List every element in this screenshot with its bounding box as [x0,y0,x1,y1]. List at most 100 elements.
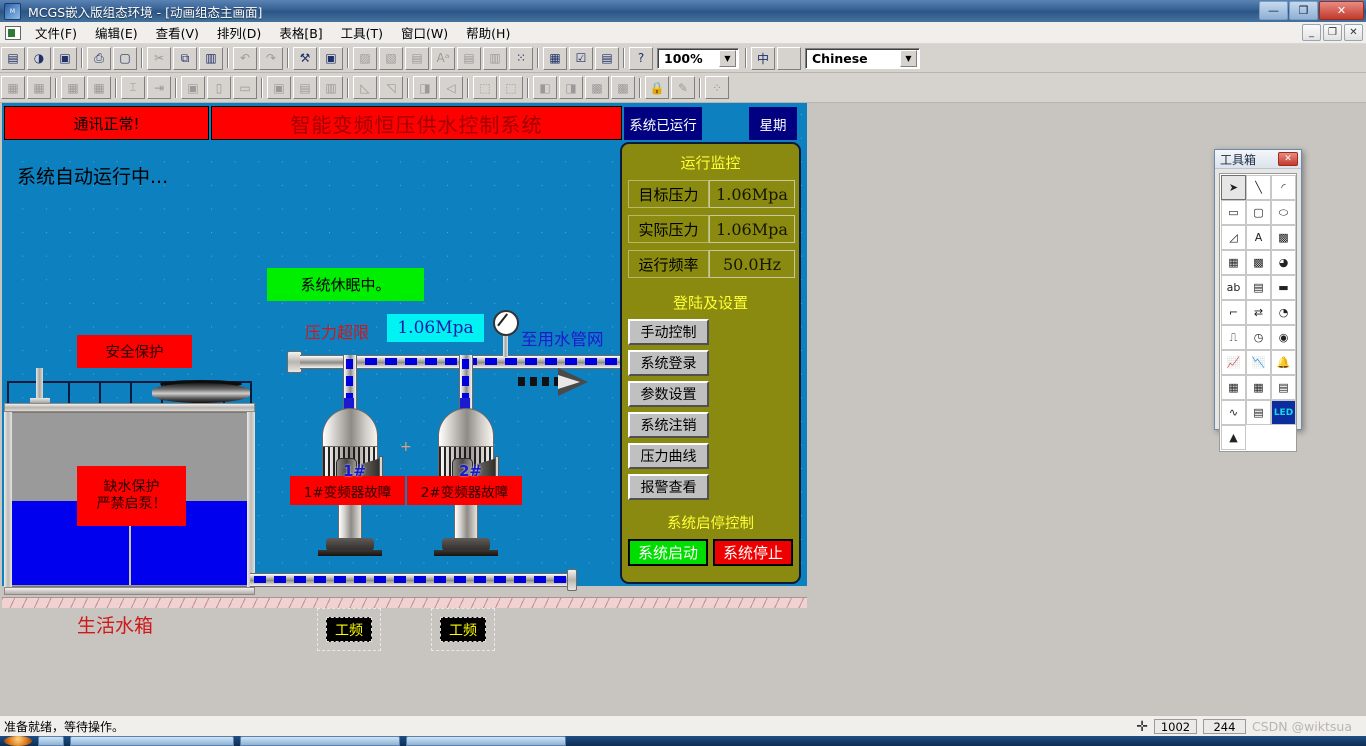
image-tool[interactable]: ▩ [1271,225,1296,250]
align-block-icon[interactable]: ▤ [457,46,481,70]
menu-item-window[interactable]: 窗口(W) [392,21,457,44]
cut-icon[interactable]: ✂ [147,46,171,70]
fill-color-icon[interactable]: ▨ [353,46,377,70]
system-stop-button[interactable]: 系统停止 [713,539,793,566]
align-top-edge-icon[interactable]: ▦ [61,76,85,99]
bring-front-icon[interactable]: ◧ [533,76,557,99]
menu-item-help[interactable]: 帮助(H) [457,21,519,44]
paste-icon[interactable]: ▥ [199,46,223,70]
system-logout-button[interactable]: 系统注销 [628,412,709,438]
flip-horizontal-icon[interactable]: ◨ [413,76,437,99]
language-combo[interactable]: Chinese ▼ [805,47,920,69]
new-window-icon[interactable]: ▤ [1,46,25,70]
form-tool[interactable]: ▤ [1246,400,1271,425]
level-meter-tool[interactable]: ▬ [1271,275,1296,300]
ime-icon[interactable]: 中 [751,46,775,70]
pressure-curve-button[interactable]: 压力曲线 [628,443,709,469]
align-right-edge-icon[interactable]: ▦ [27,76,51,99]
taskbar-window-item[interactable] [70,736,234,746]
system-login-button[interactable]: 系统登录 [628,350,709,376]
save-icon[interactable]: ▣ [53,46,77,70]
print-icon[interactable]: ⎙ [87,46,111,70]
grid-icon[interactable]: ⁙ [509,46,533,70]
chevron-down-icon[interactable]: ▼ [900,49,917,67]
mdi-minimize-button[interactable]: _ [1302,24,1321,41]
indicator-lamp-tool[interactable]: ◉ [1271,325,1296,350]
send-backward-icon[interactable]: ▩ [611,76,635,99]
system-start-button[interactable]: 系统启动 [628,539,708,566]
help-pointer-icon[interactable]: ? [629,46,653,70]
toolbox-title-bar[interactable]: 工具箱 ✕ [1215,150,1301,169]
align-left-icon[interactable]: ▥ [483,46,507,70]
send-back-icon[interactable]: ◨ [559,76,583,99]
meter-tool[interactable]: ◷ [1246,325,1271,350]
redo-icon[interactable]: ↷ [259,46,283,70]
switch-tool[interactable]: ⎍ [1221,325,1246,350]
rectangle-tool[interactable]: ▭ [1221,200,1246,225]
menu-item-table[interactable]: 表格[B] [270,21,331,44]
taskbar-pinned-item[interactable] [38,736,64,746]
mdi-restore-button[interactable]: ❐ [1323,24,1342,41]
database-tool[interactable]: ▤ [1271,375,1296,400]
align-left-edge-icon[interactable]: ▦ [1,76,25,99]
line-tool[interactable]: ╲ [1246,175,1271,200]
menu-item-file[interactable]: 文件(F) [26,21,86,44]
undo-icon[interactable]: ↶ [233,46,257,70]
taskbar-window-item[interactable] [240,736,400,746]
menu-item-edit[interactable]: 编辑(E) [86,21,147,44]
parameter-settings-button[interactable]: 参数设置 [628,381,709,407]
flow-block-tool[interactable]: ⇄ [1246,300,1271,325]
menu-item-arrange[interactable]: 排列(D) [208,21,270,44]
insert-element-tool[interactable]: ▦ [1221,250,1246,275]
frame-icon[interactable]: ▣ [319,46,343,70]
dial-tool[interactable]: ◔ [1271,300,1296,325]
select-arrow-tool[interactable]: ➤ [1221,175,1246,200]
align-bottom-edge-icon[interactable]: ▦ [87,76,111,99]
slider-tool[interactable]: ▤ [1246,275,1271,300]
ellipse-tool[interactable]: ⬭ [1271,200,1296,225]
hmi-canvas[interactable]: 通讯正常! 智能变频恒压供水控制系统 系统已运行 星期 系统自动运行中... 系… [2,103,807,651]
bar-graph-tool[interactable]: ⌐ [1221,300,1246,325]
toolbox-palette[interactable]: 工具箱 ✕ ➤ ╲ ◜ ▭ ▢ ⬭ ◿ A ▩ ▦ ▩ ◕ ab ▤ ▬ ⌐ ⇄ [1214,149,1302,452]
text-tool[interactable]: A [1246,225,1271,250]
table-tool[interactable]: ▦ [1221,375,1246,400]
arc-tool[interactable]: ◜ [1271,175,1296,200]
flip-vertical-icon[interactable]: ◁ [439,76,463,99]
unlock-icon[interactable]: ✎ [671,76,695,99]
label-tool[interactable]: ab [1221,275,1246,300]
tools-icon[interactable]: ⚒ [293,46,317,70]
zoom-combo[interactable]: 100% ▼ [657,47,739,69]
rotate-left-icon[interactable]: ◺ [353,76,377,99]
mdi-document-icon[interactable] [5,25,21,40]
minimize-button[interactable]: — [1259,1,1288,20]
maximize-button[interactable]: ❐ [1289,1,1318,20]
check-icon[interactable]: ☑ [569,46,593,70]
taskbar-window-item[interactable] [406,736,566,746]
rounded-rect-tool[interactable]: ▢ [1246,200,1271,225]
lock-icon[interactable]: 🔒 [645,76,669,99]
same-size-icon[interactable]: ▣ [181,76,205,99]
text-color-icon[interactable]: ▤ [405,46,429,70]
toolbox-close-icon[interactable]: ✕ [1278,152,1298,166]
realtime-curve-tool[interactable]: 📈 [1221,350,1246,375]
polygon-tool[interactable]: ◿ [1221,225,1246,250]
mdi-close-button[interactable]: ✕ [1344,24,1363,41]
space-horizontal-icon[interactable]: ▤ [293,76,317,99]
rotate-right-icon[interactable]: ◹ [379,76,403,99]
ungroup-icon[interactable]: ⬚ [499,76,523,99]
menu-item-tools[interactable]: 工具(T) [332,21,392,44]
manual-control-button[interactable]: 手动控制 [628,319,709,345]
copy-icon[interactable]: ⧉ [173,46,197,70]
script-icon[interactable]: ▦ [543,46,567,70]
report-table-tool[interactable]: ▦ [1246,375,1271,400]
center-vertical-icon[interactable]: ⌶ [121,76,145,99]
history-curve-tool[interactable]: 📉 [1246,350,1271,375]
sort-icon[interactable]: ▤ [595,46,619,70]
bring-forward-icon[interactable]: ▩ [585,76,609,99]
start-orb-icon[interactable] [4,736,32,746]
open-project-icon[interactable]: ◑ [27,46,51,70]
xy-curve-tool[interactable]: ∿ [1221,400,1246,425]
led-tool[interactable]: LED [1271,400,1296,425]
line-color-icon[interactable]: ▧ [379,46,403,70]
font-icon[interactable]: Aᵃ [431,46,455,70]
